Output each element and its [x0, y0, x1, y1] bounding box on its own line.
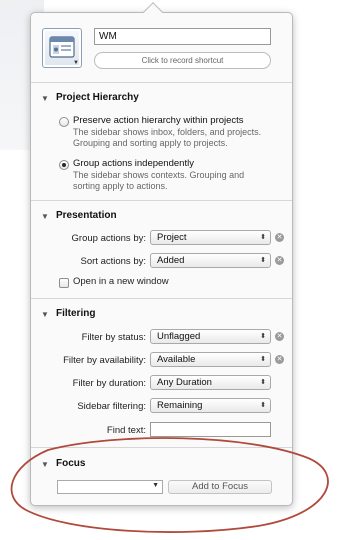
group-actions-value: Project: [157, 232, 187, 243]
divider: [31, 82, 292, 83]
radio-group-independently[interactable]: [59, 160, 69, 170]
group-actions-label: Group actions by:: [71, 233, 146, 244]
radio-desc-preserve-line1: The sidebar shows inbox, folders, and pr…: [73, 127, 262, 137]
section-title-project-hierarchy: Project Hierarchy: [56, 92, 139, 103]
filter-status-value: Unflagged: [157, 331, 201, 342]
open-new-window-label: Open in a new window: [73, 276, 169, 287]
clear-icon[interactable]: ✕: [275, 233, 284, 242]
open-new-window-checkbox[interactable]: [59, 278, 69, 288]
section-title-filtering: Filtering: [56, 308, 96, 319]
disclosure-triangle-icon[interactable]: ▼: [41, 94, 49, 103]
filter-availability-label: Filter by availability:: [63, 355, 146, 366]
find-text-input[interactable]: [150, 422, 271, 437]
filter-availability-value: Available: [157, 354, 196, 365]
record-shortcut-field[interactable]: Click to record shortcut: [94, 52, 271, 69]
chevron-down-icon: ▼: [73, 60, 79, 66]
popup-arrows-icon: ⬍: [260, 333, 266, 340]
perspective-icon-button[interactable]: ▼: [42, 28, 82, 68]
sidebar-filtering-label: Sidebar filtering:: [77, 401, 146, 412]
sort-actions-value: Added: [157, 255, 185, 266]
window-icon: [49, 36, 75, 58]
clear-icon[interactable]: ✕: [275, 256, 284, 265]
disclosure-triangle-icon[interactable]: ▼: [41, 310, 49, 319]
disclosure-triangle-icon[interactable]: ▼: [41, 212, 49, 221]
filter-duration-value: Any Duration: [157, 377, 212, 388]
radio-desc-preserve-line2: Grouping and sorting apply to projects.: [73, 138, 228, 148]
radio-label-preserve-hierarchy: Preserve action hierarchy within project…: [73, 115, 244, 126]
section-title-presentation: Presentation: [56, 210, 117, 221]
find-text-label: Find text:: [106, 425, 146, 436]
group-actions-popup[interactable]: Project ⬍: [150, 230, 271, 245]
popup-arrows-icon: ⬍: [260, 379, 266, 386]
clear-icon[interactable]: ✕: [275, 355, 284, 364]
perspective-name-field[interactable]: WM: [94, 28, 271, 45]
sidebar-filtering-popup[interactable]: Remaining ⬍: [150, 398, 271, 413]
popup-arrows-icon: ⬍: [260, 257, 266, 264]
filter-status-popup[interactable]: Unflagged ⬍: [150, 329, 271, 344]
popup-arrows-icon: ⬍: [260, 402, 266, 409]
sort-actions-label: Sort actions by:: [80, 256, 146, 267]
radio-preserve-hierarchy[interactable]: [59, 117, 69, 127]
divider: [31, 298, 292, 299]
radio-label-group-independently: Group actions independently: [73, 158, 194, 169]
divider: [31, 200, 292, 201]
clear-icon[interactable]: ✕: [275, 332, 284, 341]
radio-desc-group-line1: The sidebar shows contexts. Grouping and: [73, 170, 245, 180]
popup-arrows-icon: ⬍: [260, 234, 266, 241]
sort-actions-popup[interactable]: Added ⬍: [150, 253, 271, 268]
radio-desc-group-line2: sorting apply to actions.: [73, 181, 168, 191]
filter-status-label: Filter by status:: [81, 332, 146, 343]
filter-duration-label: Filter by duration:: [72, 378, 146, 389]
sidebar-filtering-value: Remaining: [157, 400, 203, 411]
filter-availability-popup[interactable]: Available ⬍: [150, 352, 271, 367]
annotation-ellipse: [10, 437, 329, 533]
popup-arrows-icon: ⬍: [260, 356, 266, 363]
filter-duration-popup[interactable]: Any Duration ⬍: [150, 375, 271, 390]
